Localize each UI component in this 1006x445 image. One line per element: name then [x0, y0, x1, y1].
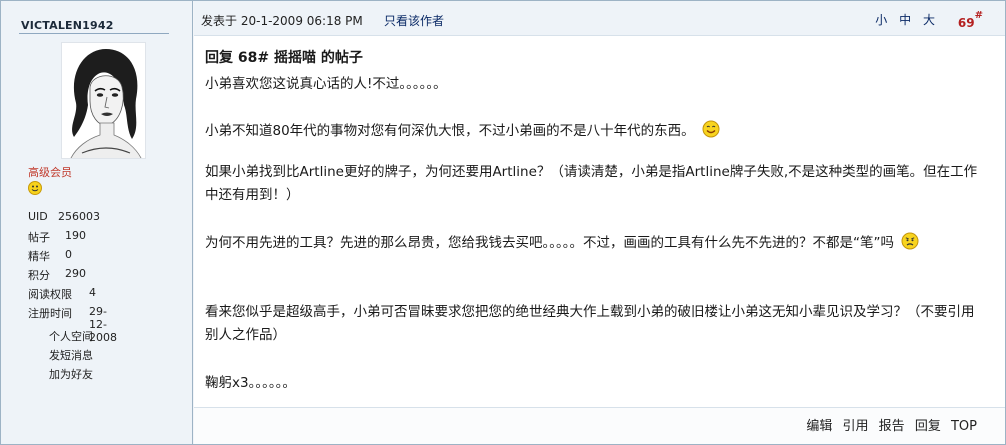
post-paragraph-text: 小弟不知道80年代的事物对您有何深仇大恨，不过小弟画的不是八十年代的东西。 — [205, 123, 695, 139]
stat-label: 注册时间 — [28, 307, 72, 320]
author-group: 高级会员 — [28, 166, 72, 179]
stat-value: 29-12-2008 — [89, 305, 117, 344]
send-message-link[interactable]: 发短消息 — [49, 347, 93, 363]
edit-link[interactable]: 编辑 — [806, 419, 832, 434]
worried-emoji-icon — [901, 232, 919, 250]
stat-value: 290 — [65, 267, 86, 280]
stat-posts: 帖子 190 — [28, 229, 86, 245]
only-author-link[interactable]: 只看该作者 — [384, 12, 444, 29]
post-paragraph: 鞠躬x3。。。。。。 — [205, 375, 296, 391]
post-paragraph: 小弟不知道80年代的事物对您有何深仇大恨，不过小弟画的不是八十年代的东西。 — [205, 120, 985, 143]
post-paragraph-text: 为何不用先进的工具？先进的那么昂贵，您给我钱去买吧。。。。。不过，画画的工具有什… — [205, 235, 894, 251]
floor-mark: # — [974, 10, 983, 21]
stat-value: 4 — [89, 286, 96, 299]
stat-register-date: 注册时间 29-12-2008 — [28, 305, 117, 344]
post-paragraph: 小弟喜欢您这说真心话的人!不过。。。。。。 — [205, 76, 447, 92]
stat-value: 190 — [65, 229, 86, 242]
posted-label: 发表于 — [201, 14, 238, 28]
stat-points: 积分 290 — [28, 267, 86, 283]
posted-time: 20-1-2009 06:18 PM — [240, 14, 363, 28]
stat-value: 256003 — [58, 210, 100, 223]
group-smile-icon — [28, 181, 42, 195]
author-divider — [19, 33, 169, 34]
reply-link[interactable]: 回复 — [915, 419, 941, 434]
font-size-small-button[interactable]: 小 — [875, 13, 891, 27]
post-paragraph: 看来您似乎是超级高手，小弟可否冒昧要求您把您的绝世经典大作上载到小弟的破旧楼让小… — [205, 304, 975, 343]
stat-label: 帖子 — [28, 231, 50, 244]
post-paragraph: 为何不用先进的工具？先进的那么昂贵，您给我钱去买吧。。。。。不过，画画的工具有什… — [205, 232, 985, 255]
author-panel: VICTALEN1942 高级会员 UID 256003 帖子 190 精华 0… — [1, 1, 193, 444]
stat-digest: 精华 0 — [28, 248, 72, 264]
add-friend-link[interactable]: 加为好友 — [49, 366, 93, 382]
stat-label: 阅读权限 — [28, 288, 72, 301]
post-footer: 编辑 引用 报告 回复 TOP — [194, 407, 1005, 444]
report-link[interactable]: 报告 — [879, 419, 905, 434]
post-body: 回复 68# 摇摇喵 的帖子 小弟喜欢您这说真心话的人!不过。。。。。。 小弟不… — [194, 35, 1005, 407]
avatar — [61, 42, 146, 159]
post-header: 发表于 20-1-2009 06:18 PM 只看该作者 小 中 大 69# — [194, 1, 1005, 35]
post-actions: 编辑 引用 报告 回复 TOP — [800, 415, 977, 434]
personal-space-link[interactable]: 个人空间 — [49, 328, 93, 344]
stat-uid: UID 256003 — [28, 210, 100, 223]
stat-label: 积分 — [28, 269, 50, 282]
author-username[interactable]: VICTALEN1942 — [21, 19, 114, 32]
post-paragraph: 如果小弟找到比Artline更好的牌子，为何还要用Artline？（请读清楚，小… — [205, 164, 978, 203]
quote-link[interactable]: 引用 — [843, 419, 869, 434]
smile-emoji-icon — [702, 120, 720, 138]
stat-read-permission: 阅读权限 4 — [28, 286, 96, 302]
font-size-large-button[interactable]: 大 — [923, 13, 939, 27]
floor-number[interactable]: 69# — [957, 10, 983, 30]
font-size-controls: 小 中 大 — [875, 11, 939, 28]
post-panel: 发表于 20-1-2009 06:18 PM 只看该作者 小 中 大 69# 回… — [194, 1, 1005, 444]
post-timestamp: 发表于 20-1-2009 06:18 PM — [201, 12, 363, 29]
stat-value: 0 — [65, 248, 72, 261]
post-title: 回复 68# 摇摇喵 的帖子 — [205, 50, 363, 66]
avatar-portrait-image — [62, 43, 145, 158]
stat-label: UID — [28, 210, 48, 223]
font-size-medium-button[interactable]: 中 — [899, 13, 915, 27]
floor-number-value: 69 — [957, 16, 975, 30]
stat-label: 精华 — [28, 250, 50, 263]
top-link[interactable]: TOP — [951, 419, 977, 434]
post-container: VICTALEN1942 高级会员 UID 256003 帖子 190 精华 0… — [0, 0, 1006, 445]
